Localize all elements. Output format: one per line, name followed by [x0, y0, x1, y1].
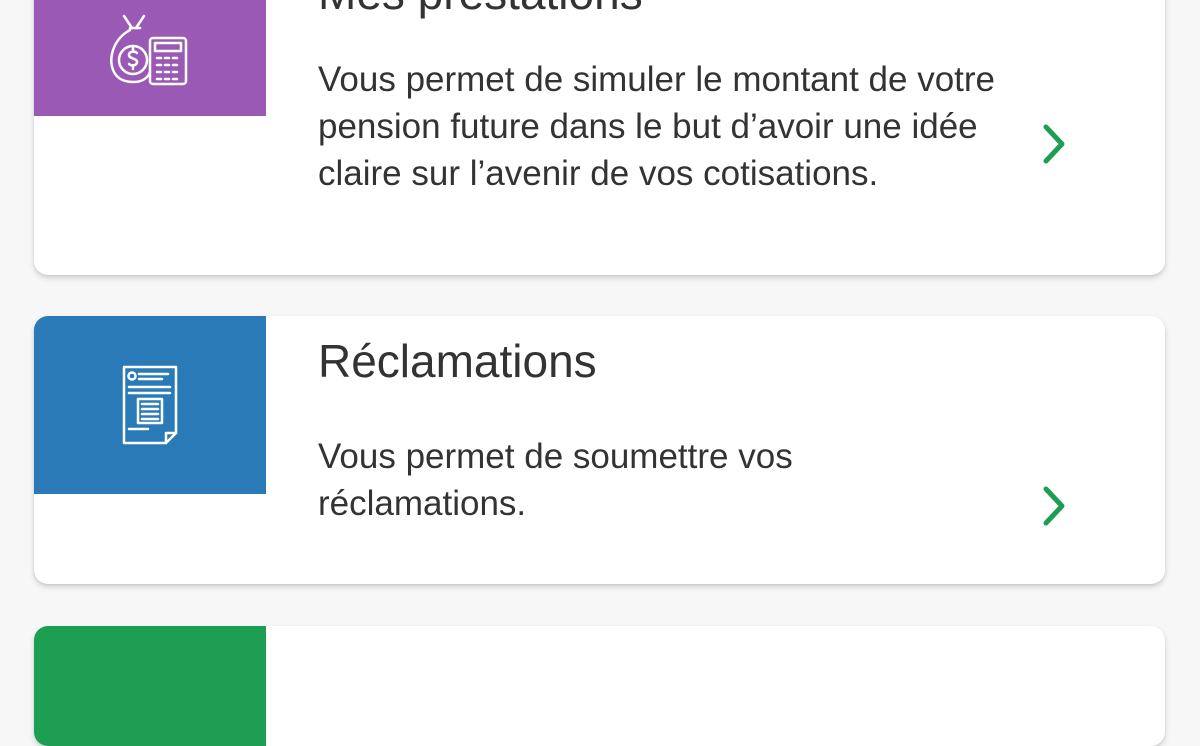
reclamations-icon-tile: [34, 316, 266, 494]
chevron-right-icon[interactable]: [1036, 482, 1072, 530]
card-description: Vous permet de soumettre vos réclamation…: [318, 437, 793, 523]
card-title: Réclamations: [318, 335, 597, 387]
chevron-right-icon[interactable]: [1036, 120, 1072, 168]
card-next-service[interactable]: [34, 626, 1165, 746]
card-pension-simulation[interactable]: Mes prestations Vous permet de simuler l…: [34, 0, 1165, 275]
card-reclamations[interactable]: Réclamations Vous permet de soumettre vo…: [34, 316, 1165, 584]
document-form-icon: [122, 365, 178, 445]
simulation-icon-tile: [34, 0, 266, 116]
money-bag-calculator-icon: [110, 14, 188, 86]
card-description: Vous permet de simuler le montant de vot…: [318, 60, 996, 193]
next-service-icon-tile: [34, 626, 266, 746]
card-title: Mes prestations: [318, 0, 643, 16]
